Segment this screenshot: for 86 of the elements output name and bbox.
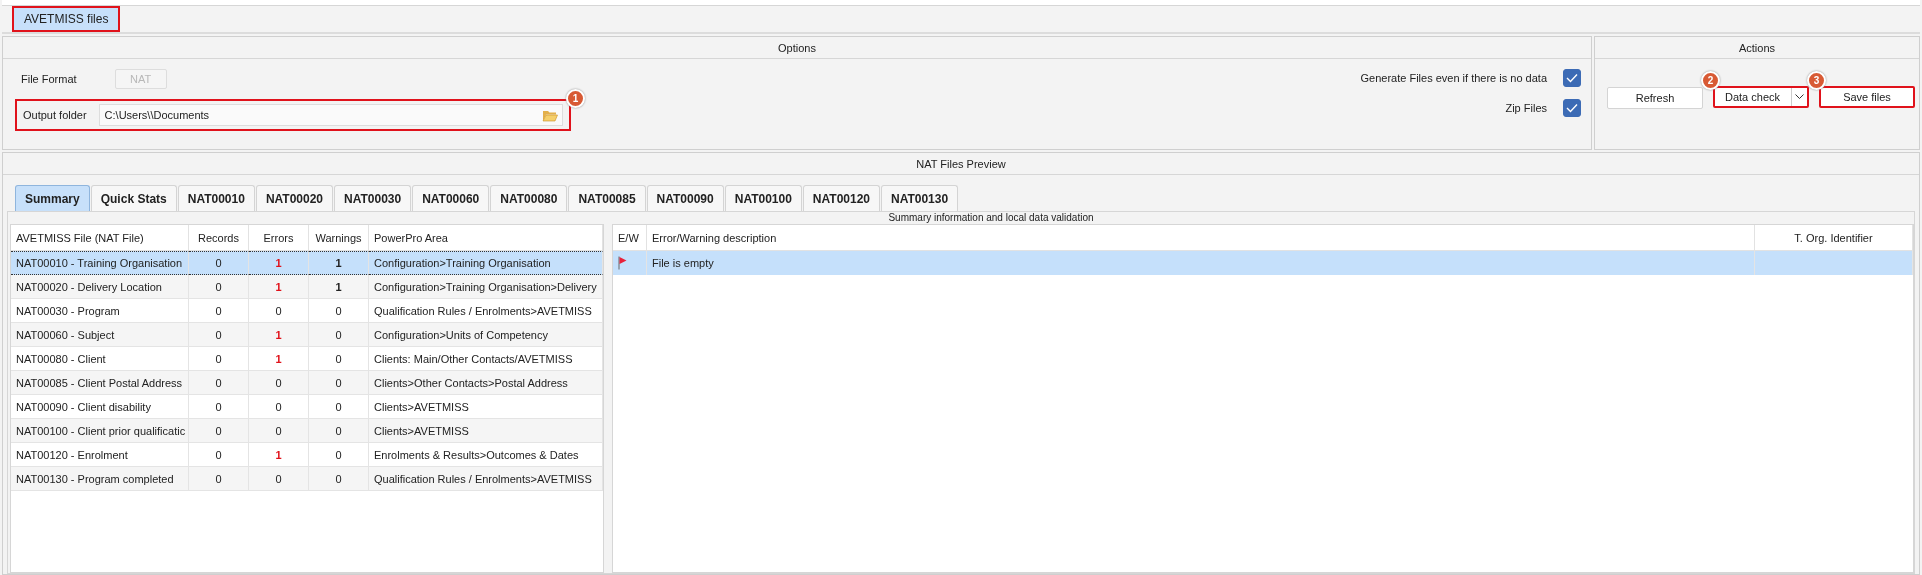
table-cell: 0	[309, 443, 369, 467]
table-cell[interactable]: NAT00010 - Training Organisation	[11, 251, 189, 275]
table-cell: Qualification Rules / Enrolments>AVETMISS	[369, 467, 603, 491]
table-cell: 0	[249, 395, 309, 419]
table-cell[interactable]: NAT00085 - Client Postal Address	[11, 371, 189, 395]
table-cell: 0	[309, 371, 369, 395]
table-cell: 0	[189, 323, 249, 347]
preview-tab[interactable]: NAT00060	[412, 185, 490, 211]
table-cell: 1	[249, 251, 309, 275]
preview-tab[interactable]: NAT00120	[802, 185, 880, 211]
table-cell: Configuration>Training Organisation	[369, 251, 603, 275]
preview-tab[interactable]: Quick Stats	[90, 185, 177, 211]
table-cell: 1	[309, 251, 369, 275]
table-cell: Clients>Other Contacts>Postal Address	[369, 371, 603, 395]
table-cell: 1	[249, 443, 309, 467]
table-cell: File is empty	[647, 251, 1755, 275]
table-cell: 1	[249, 347, 309, 371]
section-caption: Summary information and local data validation	[887, 212, 1095, 224]
flag-icon	[618, 256, 627, 270]
checkbox-label: Zip Files	[1505, 102, 1547, 114]
checkbox[interactable]	[1563, 69, 1581, 87]
table-cell: 0	[189, 443, 249, 467]
panel-title: NAT Files Preview	[3, 153, 1919, 175]
preview-tab[interactable]: NAT00085	[568, 185, 646, 211]
preview-tab[interactable]: NAT00020	[255, 185, 333, 211]
table-cell: 0	[309, 347, 369, 371]
step-badge: 1	[566, 89, 585, 108]
table-cell[interactable]: NAT00060 - Subject	[11, 323, 189, 347]
table-cell: Clients>AVETMISS	[369, 395, 603, 419]
action-button[interactable]: Refresh	[1607, 87, 1703, 109]
table-cell: 0	[189, 395, 249, 419]
table-cell: 0	[309, 323, 369, 347]
preview-tab[interactable]: NAT00080	[490, 185, 568, 211]
table-cell: Qualification Rules / Enrolments>AVETMISS	[369, 299, 603, 323]
table-cell: Configuration>Training Organisation>Delivery	[369, 275, 603, 299]
step-badge: 3	[1807, 71, 1826, 90]
table-cell: Enrolments & Results>Outcomes & Dates	[369, 443, 603, 467]
preview-tab[interactable]: NAT00130	[881, 185, 959, 211]
table-cell: 0	[309, 299, 369, 323]
table-cell[interactable]: NAT00080 - Client	[11, 347, 189, 371]
table-cell: 0	[189, 347, 249, 371]
table-cell: 0	[309, 395, 369, 419]
step-badge: 2	[1701, 71, 1720, 90]
table-cell: 0	[189, 467, 249, 491]
table-cell: 0	[309, 419, 369, 443]
preview-tab[interactable]: NAT00030	[334, 185, 412, 211]
table-cell[interactable]: NAT00090 - Client disability	[11, 395, 189, 419]
table-cell: 0	[189, 251, 249, 275]
panel-title: Options	[3, 37, 1591, 59]
table-cell: 0	[249, 419, 309, 443]
field-label: Output folder	[23, 109, 87, 121]
preview-tab[interactable]: NAT00010	[177, 185, 255, 211]
table-cell: 0	[249, 467, 309, 491]
table-cell[interactable]: NAT00130 - Program completed	[11, 467, 189, 491]
table-cell: 1	[249, 275, 309, 299]
table-cell: 0	[189, 299, 249, 323]
table-cell: 0	[189, 275, 249, 299]
avetmiss-files-tab[interactable]: AVETMISS files	[12, 6, 121, 32]
table-cell: 1	[249, 323, 309, 347]
checkmark-icon	[1566, 103, 1578, 113]
table-cell[interactable]: NAT00100 - Client prior qualificatic	[11, 419, 189, 443]
action-button[interactable]: Save files	[1819, 86, 1915, 108]
preview-tab[interactable]: NAT00100	[724, 185, 802, 211]
table-cell: 0	[189, 419, 249, 443]
field-label: File Format	[21, 73, 77, 85]
table-cell[interactable]: NAT00120 - Enrolment	[11, 443, 189, 467]
checkbox[interactable]	[1563, 99, 1581, 117]
chevron-down-icon[interactable]	[1795, 94, 1804, 100]
data-check-split-button[interactable]: Data check	[1713, 86, 1809, 108]
table-cell[interactable]: NAT00020 - Delivery Location	[11, 275, 189, 299]
table-cell[interactable]: NAT00030 - Program	[11, 299, 189, 323]
table-cell: 0	[189, 371, 249, 395]
preview-tab[interactable]: Summary	[15, 185, 90, 211]
panel-title: Actions	[1595, 37, 1919, 59]
table-cell: 0	[249, 371, 309, 395]
table-cell: 0	[249, 299, 309, 323]
output-folder-field[interactable]: C:\Users\\Documents	[98, 104, 563, 126]
table-cell: 1	[309, 275, 369, 299]
field-value: C:\Users\\Documents	[104, 109, 210, 121]
table-cell: Configuration>Units of Competency	[369, 323, 603, 347]
checkbox-label: Generate Files even if there is no data	[1360, 72, 1547, 84]
table-cell: Clients: Main/Other Contacts/AVETMISS	[369, 347, 603, 371]
preview-tab[interactable]: NAT00090	[646, 185, 724, 211]
table-cell: Clients>AVETMISS	[369, 419, 603, 443]
table-cell: 0	[309, 467, 369, 491]
checkmark-icon	[1566, 73, 1578, 83]
